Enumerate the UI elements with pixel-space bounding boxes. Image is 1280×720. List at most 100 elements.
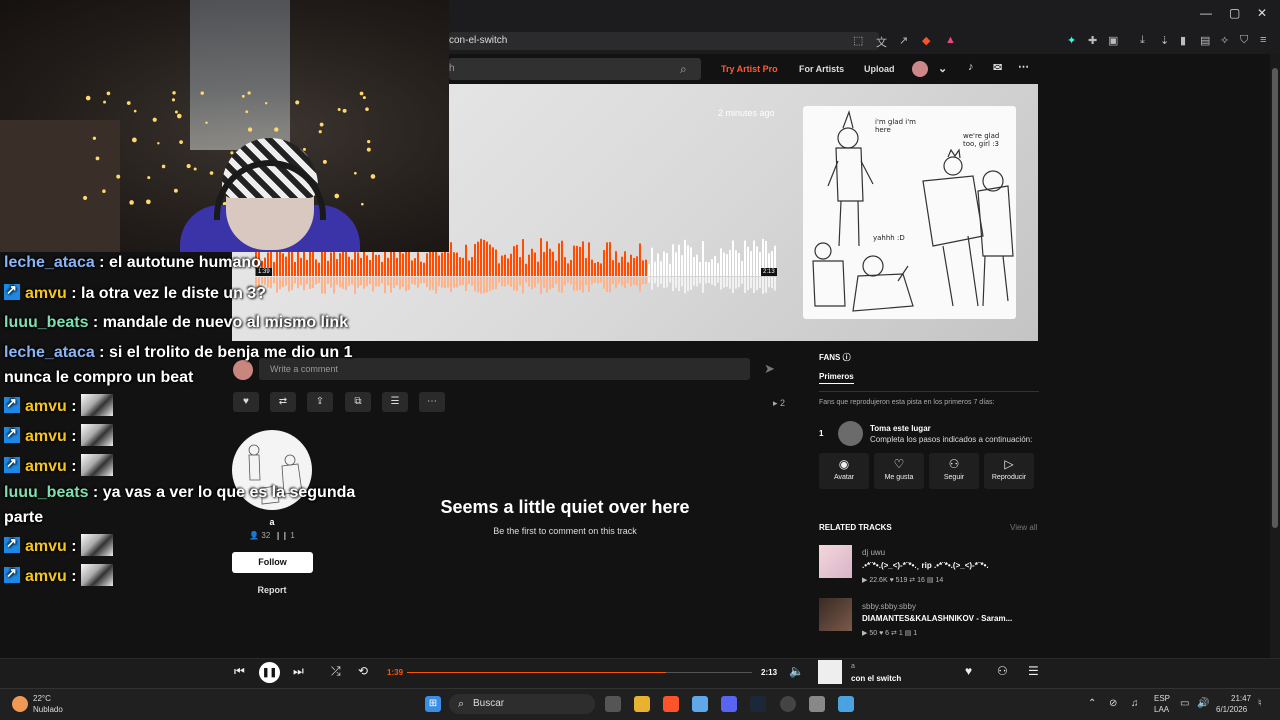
try-artist-pro-link[interactable]: Try Artist Pro xyxy=(721,64,778,74)
scrollbar-thumb[interactable] xyxy=(1272,68,1278,528)
speaker-icon[interactable]: 🔊 xyxy=(1197,698,1209,709)
chat-username[interactable]: amvu xyxy=(25,458,67,475)
avatar[interactable] xyxy=(912,61,928,77)
queue-icon[interactable]: ☰ xyxy=(1028,664,1039,678)
menu-icon[interactable]: ≡ xyxy=(1260,34,1266,46)
related-track[interactable]: .•*¨*•.(>_<)-*¨*•.¸ rip .•*¨*•.(>_<)-*¨*… xyxy=(862,561,989,570)
puzzle-icon[interactable]: ✚ xyxy=(1088,34,1097,47)
url-field[interactable]: con-el-switch xyxy=(449,32,879,50)
now-playing-track[interactable]: con el switch xyxy=(851,674,901,683)
copy-link-button[interactable]: ⧉ xyxy=(345,392,371,412)
share-icon[interactable]: ↗ xyxy=(899,34,908,47)
info-icon[interactable]: ⓘ xyxy=(843,353,851,362)
brave-rewards-icon[interactable]: ▲ xyxy=(945,34,956,46)
wallet-icon[interactable]: ▤ xyxy=(1200,34,1210,47)
notification-bell-icon[interactable]: ♮ xyxy=(1258,698,1262,709)
volume-icon[interactable]: 🔈 xyxy=(789,664,804,678)
app-icon[interactable] xyxy=(809,696,825,712)
chat-username[interactable]: leche_ataca xyxy=(4,254,95,271)
repost-button[interactable]: ⇄ xyxy=(270,392,296,412)
search-input[interactable]: h xyxy=(449,58,701,80)
leo-icon[interactable]: ✧ xyxy=(1220,34,1229,47)
clock-date[interactable]: 6/1/2026 xyxy=(1216,705,1247,714)
network-icon[interactable]: ⊘ xyxy=(1109,698,1117,709)
task-view-icon[interactable] xyxy=(605,696,621,712)
chat-username[interactable]: leche_ataca xyxy=(4,344,95,361)
history-icon[interactable]: ⇣ xyxy=(1160,34,1169,47)
shuffle-icon[interactable]: ⤮ xyxy=(331,664,341,679)
vpn-icon[interactable]: ⛉ xyxy=(1240,34,1248,47)
previous-icon[interactable]: ⏮ xyxy=(234,664,245,679)
waveform-bar xyxy=(609,242,611,276)
for-artists-link[interactable]: For Artists xyxy=(799,64,844,74)
download-icon[interactable]: ⤓ xyxy=(1140,34,1145,47)
notifications-icon[interactable]: ♪ xyxy=(968,61,974,73)
pause-button[interactable]: ❚❚ xyxy=(259,662,280,683)
chat-username[interactable]: amvu xyxy=(25,285,67,302)
close-icon[interactable]: ✕ xyxy=(1257,6,1267,20)
minimize-icon[interactable]: — xyxy=(1200,6,1212,20)
related-thumb[interactable] xyxy=(819,598,852,631)
now-playing-user[interactable]: a xyxy=(851,663,855,670)
discord-icon[interactable] xyxy=(721,696,737,712)
screenshot-icon[interactable]: ⬚ xyxy=(853,34,863,47)
follow-step-button[interactable]: ⚇ Seguir xyxy=(929,453,979,489)
share-button[interactable]: ⇪ xyxy=(307,392,333,412)
extension-icon[interactable]: ✦ xyxy=(1067,34,1076,47)
brave-icon[interactable] xyxy=(663,696,679,712)
uploader-name[interactable]: a xyxy=(232,517,312,527)
report-link[interactable]: Report xyxy=(232,585,312,595)
like-step-button[interactable]: ♡ Me gusta xyxy=(874,453,924,489)
like-button[interactable]: ♥ xyxy=(233,392,259,412)
chevron-down-icon[interactable]: ⌄ xyxy=(938,62,947,75)
obs-icon[interactable] xyxy=(780,696,796,712)
calculator-icon[interactable] xyxy=(692,696,708,712)
related-artist[interactable]: sbby.sbby.sbby xyxy=(862,602,916,611)
search-icon[interactable]: ⌕ xyxy=(680,62,687,77)
clock-time[interactable]: 21:47 xyxy=(1231,694,1251,703)
upload-link[interactable]: Upload xyxy=(864,64,895,74)
notepad-icon[interactable] xyxy=(838,696,854,712)
chat-username[interactable]: luuu_beats xyxy=(4,314,88,331)
chat-username[interactable]: amvu xyxy=(25,428,67,445)
taskbar-search[interactable]: Buscar xyxy=(449,694,595,714)
follow-icon[interactable]: ⚇ xyxy=(997,664,1008,678)
translate-icon[interactable]: 文 xyxy=(876,34,887,50)
keyboard-layout[interactable]: LAA xyxy=(1154,705,1169,714)
send-icon[interactable]: ➤ xyxy=(764,361,775,377)
language-code[interactable]: ESP xyxy=(1154,694,1170,703)
now-playing-thumb[interactable] xyxy=(818,660,842,684)
like-icon[interactable]: ♥ xyxy=(965,664,972,678)
brave-shield-icon[interactable]: ◆ xyxy=(922,34,930,47)
related-thumb[interactable] xyxy=(819,545,852,578)
sidebar-icon[interactable]: ▣ xyxy=(1108,34,1118,47)
panel-icon[interactable]: ▮ xyxy=(1180,34,1186,47)
steam-icon[interactable] xyxy=(750,696,766,712)
file-explorer-icon[interactable] xyxy=(634,696,650,712)
tab-primeros[interactable]: Primeros xyxy=(819,372,854,384)
more-actions-button[interactable]: ⋯ xyxy=(419,392,445,412)
track-artwork[interactable]: i'm glad i'm here we're glad too, girl :… xyxy=(803,106,1016,319)
view-all-link[interactable]: View all xyxy=(1010,523,1037,532)
add-to-playlist-button[interactable]: ☰ xyxy=(382,392,408,412)
weather-icon[interactable] xyxy=(12,696,28,712)
progress-bar[interactable] xyxy=(407,672,752,673)
related-artist[interactable]: dj uwu xyxy=(862,548,885,557)
maximize-icon[interactable]: ▢ xyxy=(1229,6,1240,20)
repeat-icon[interactable]: ⟲ xyxy=(358,664,368,678)
chat-username[interactable]: amvu xyxy=(25,538,67,555)
start-icon[interactable]: ⊞ xyxy=(425,696,441,712)
avatar-step-button[interactable]: ◉ Avatar xyxy=(819,453,869,489)
chat-username[interactable]: luuu_beats xyxy=(4,484,88,501)
display-icon[interactable]: ▭ xyxy=(1180,698,1189,709)
chat-username[interactable]: amvu xyxy=(25,398,67,415)
related-track[interactable]: DIAMANTES&KALASHNIKOV - Saram... xyxy=(862,614,1012,623)
messages-icon[interactable]: ✉ xyxy=(993,61,1002,74)
chat-username[interactable]: amvu xyxy=(25,568,67,585)
chevron-up-icon[interactable]: ⌃ xyxy=(1088,698,1096,709)
more-icon[interactable]: ⋯ xyxy=(1018,60,1029,73)
mic-icon[interactable]: ♫ xyxy=(1131,698,1139,709)
next-icon[interactable]: ⏭ xyxy=(293,664,304,679)
follow-button[interactable]: Follow xyxy=(232,552,313,573)
play-step-button[interactable]: ▷ Reproducir xyxy=(984,453,1034,489)
